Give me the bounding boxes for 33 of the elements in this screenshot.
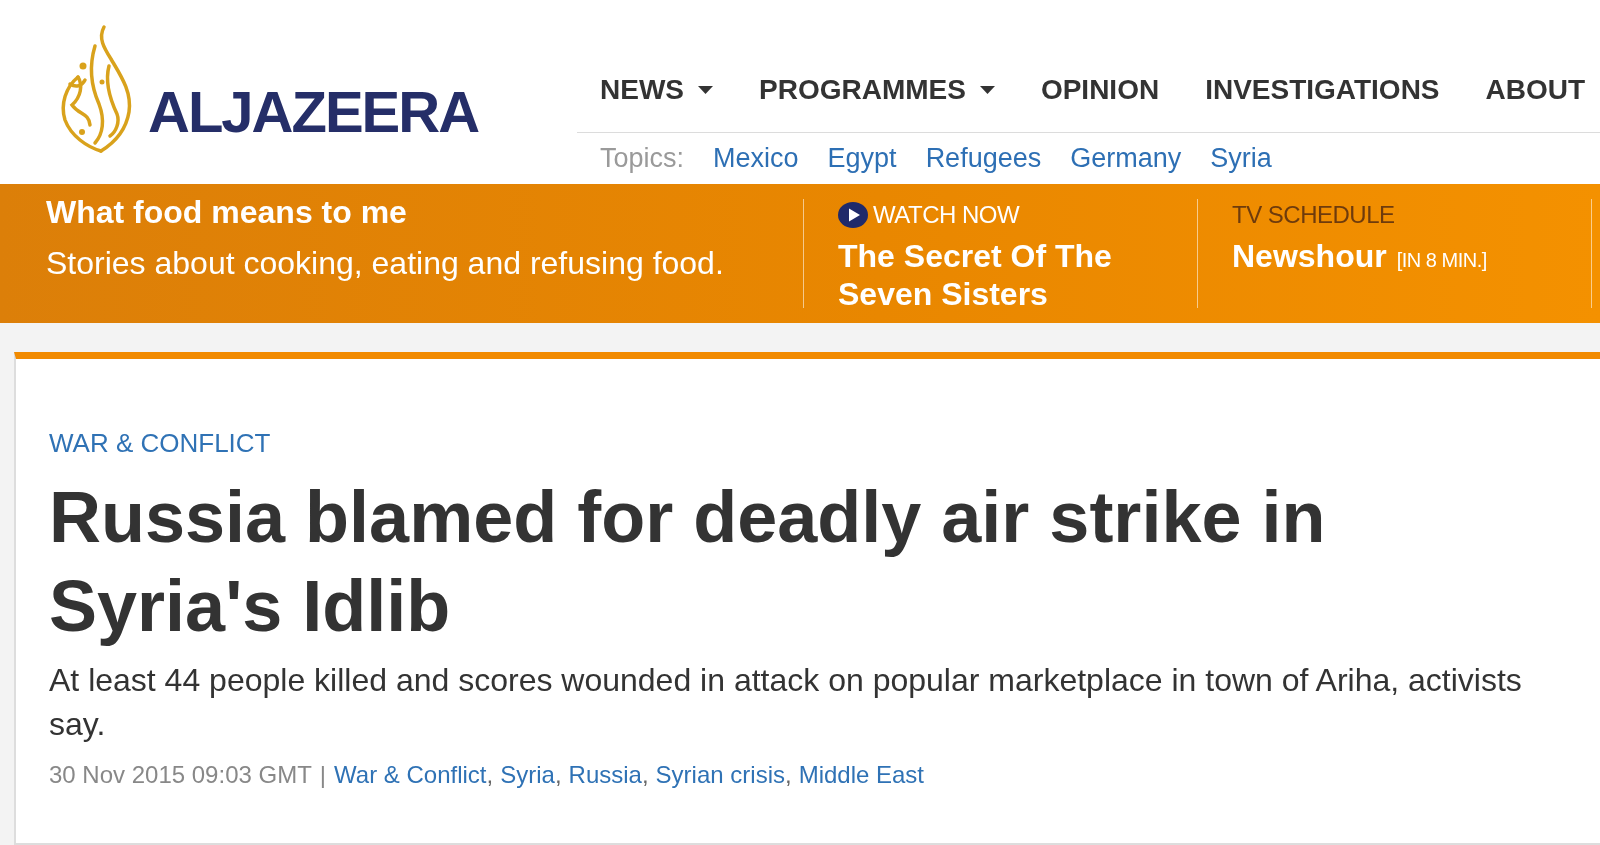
meta-divider: | (319, 760, 327, 790)
nav-menu-item[interactable]: OPINION (1040, 72, 1160, 108)
topics-label: Topics: (600, 142, 685, 174)
topic-link[interactable]: Syria (1210, 142, 1272, 174)
tag-link[interactable]: War & Conflict (334, 760, 487, 790)
play-icon (838, 202, 868, 228)
nav-menu-item[interactable]: ABOUT (1485, 72, 1586, 108)
nav-menu-item[interactable]: NEWS (600, 72, 713, 108)
article-timestamp: 30 Nov 2015 09:03 GMT (49, 760, 312, 790)
nav-menu-item[interactable]: PROGRAMMES (759, 72, 995, 108)
tag-separator: , (641, 760, 649, 790)
tag-separator: , (554, 760, 562, 790)
schedule-label: TV SCHEDULE (1232, 200, 1395, 230)
topic-link[interactable]: Mexico (713, 142, 799, 174)
tag-link[interactable]: Syrian crisis (655, 760, 785, 790)
topic-link[interactable]: Egypt (827, 142, 897, 174)
article-summary: At least 44 people killed and scores wounded in attack on popular marketplace in town of Ariha, activists say. (49, 661, 1523, 744)
topic-link[interactable]: Refugees (925, 142, 1042, 174)
section-link[interactable]: WAR & CONFLICT (49, 427, 271, 459)
tag-link[interactable]: Middle East (798, 760, 925, 790)
tag-separator: , (486, 760, 494, 790)
tag-separator: , (784, 760, 792, 790)
nav-menu-item[interactable]: INVESTIGATIONS (1205, 72, 1440, 108)
article-headline: Russia blamed for deadly air strike in Syria's Idlib (49, 476, 1327, 648)
program-title[interactable]: The Secret Of The Seven Sisters (838, 237, 1158, 313)
watch-now-label: WATCH NOW (873, 200, 1020, 230)
schedule-time-note: [IN 8 MIN.] (1396, 248, 1487, 272)
topic-link[interactable]: Germany (1070, 142, 1182, 174)
feature-title[interactable]: What food means to me (46, 194, 407, 230)
feature-subtitle: Stories about cooking, eating and refusing food. (46, 244, 724, 283)
tag-link[interactable]: Russia (568, 760, 642, 790)
logo-wordmark[interactable]: ALJAZEERA (148, 83, 479, 141)
tag-link[interactable]: Syria (500, 760, 555, 790)
